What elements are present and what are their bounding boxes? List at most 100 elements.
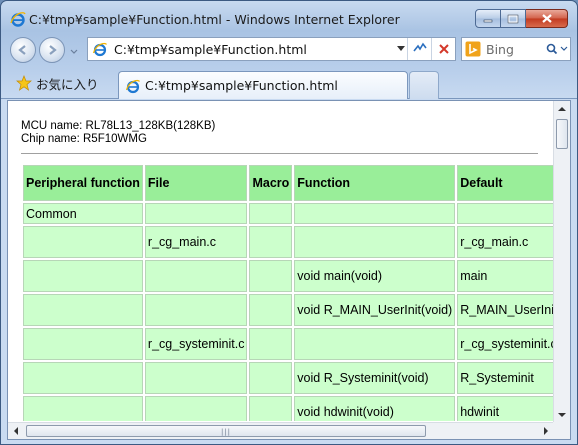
search-input[interactable]: Bing <box>486 42 544 57</box>
table-cell <box>144 260 248 292</box>
horizontal-scrollbar[interactable]: ||| <box>8 422 554 439</box>
table-cell <box>144 362 248 394</box>
window-title: C:¥tmp¥sample¥Function.html - Windows In… <box>29 12 400 27</box>
table-row: Common <box>23 203 554 224</box>
close-button[interactable] <box>526 9 568 28</box>
caption-buttons <box>475 9 568 29</box>
table-cell: r_cg_systeminit.c <box>144 328 248 360</box>
divider <box>21 153 538 154</box>
maximize-button[interactable] <box>501 9 526 28</box>
scroll-right-button[interactable] <box>538 423 554 439</box>
column-header: File <box>144 165 248 201</box>
document-area: MCU name: RL78L13_128KB(128KB) Chip name… <box>8 101 554 421</box>
forward-arrow-icon <box>49 45 57 55</box>
chip-name: Chip name: R5F10WMG <box>21 133 147 145</box>
stop-icon <box>438 44 449 54</box>
ie-window: C:¥tmp¥sample¥Function.html - Windows In… <box>0 0 578 445</box>
arrow-left-icon <box>14 427 18 435</box>
compatibility-view-icon <box>412 42 427 52</box>
scrollbar-corner <box>553 422 570 439</box>
grip-icon: ||| <box>220 428 232 436</box>
title-bar[interactable]: C:¥tmp¥sample¥Function.html - Windows In… <box>1 1 577 31</box>
table-cell <box>249 203 293 224</box>
address-dropdown-button[interactable] <box>395 38 407 60</box>
horizontal-scroll-thumb[interactable]: ||| <box>26 425 426 437</box>
page-content: MCU name: RL78L13_128KB(128KB) Chip name… <box>7 100 571 440</box>
table-cell <box>294 328 456 360</box>
maximize-icon <box>507 14 519 23</box>
tab-bar: お気に入り C:¥tmp¥sample¥Function.html <box>1 69 577 99</box>
table-cell <box>294 203 456 224</box>
table-cell <box>457 203 554 224</box>
table-cell <box>249 226 293 258</box>
column-header: Macro <box>249 165 293 201</box>
table-cell <box>23 328 143 360</box>
table-cell: void R_Systeminit(void) <box>294 362 456 394</box>
table-row: r_cg_main.c r_cg_main.c <box>23 226 554 258</box>
forward-button[interactable] <box>39 37 65 63</box>
column-header: Default <box>457 165 554 201</box>
table-cell: r_cg_main.c <box>457 226 554 258</box>
scroll-up-button[interactable] <box>554 101 570 117</box>
table-cell: void main(void) <box>294 260 456 292</box>
table-cell <box>249 328 293 360</box>
mcu-name: MCU name: RL78L13_128KB(128KB) <box>21 120 216 132</box>
arrow-up-icon <box>558 107 566 111</box>
column-header: Peripheral function <box>23 165 143 201</box>
chevron-down-icon <box>397 46 405 51</box>
back-arrow-icon <box>18 45 26 55</box>
back-button[interactable] <box>10 37 36 63</box>
function-table: Peripheral function File Macro Function … <box>21 163 554 421</box>
chip-info: MCU name: RL78L13_128KB(128KB) Chip name… <box>21 120 215 146</box>
table-cell <box>23 362 143 394</box>
table-cell: r_cg_systeminit.c <box>457 328 554 360</box>
bing-icon <box>465 41 481 57</box>
scroll-left-button[interactable] <box>8 423 24 439</box>
table-cell: r_cg_main.c <box>144 226 248 258</box>
vertical-scrollbar[interactable] <box>553 101 570 423</box>
table-cell: Common <box>23 203 143 224</box>
table-cell <box>144 294 248 326</box>
table-row: void main(void) main <box>23 260 554 292</box>
search-icon <box>546 43 568 55</box>
star-icon <box>16 75 32 91</box>
scroll-down-button[interactable] <box>554 407 570 423</box>
column-header: Function <box>294 165 456 201</box>
table-cell: R_Systeminit <box>457 362 554 394</box>
close-icon <box>541 14 552 23</box>
table-cell <box>249 260 293 292</box>
table-cell <box>249 294 293 326</box>
navigation-bar: C:¥tmp¥sample¥Function.html Bing <box>1 34 577 66</box>
favorites-label: お気に入り <box>36 76 99 92</box>
table-cell: void hdwinit(void) <box>294 396 456 421</box>
table-row: void R_Systeminit(void) R_Systeminit <box>23 362 554 394</box>
stop-button[interactable] <box>431 38 455 60</box>
table-cell <box>249 396 293 421</box>
table-cell <box>249 362 293 394</box>
table-cell <box>23 260 143 292</box>
vertical-scroll-thumb[interactable] <box>556 119 568 149</box>
table-cell: void R_MAIN_UserInit(void) <box>294 294 456 326</box>
address-input[interactable]: C:¥tmp¥sample¥Function.html <box>114 42 395 57</box>
table-cell <box>144 396 248 421</box>
page-icon <box>92 42 108 57</box>
table-cell: R_MAIN_UserInit <box>457 294 554 326</box>
search-box[interactable]: Bing <box>461 37 571 61</box>
tab-label: C:¥tmp¥sample¥Function.html <box>145 78 338 93</box>
table-cell: hdwinit <box>457 396 554 421</box>
recent-pages-dropdown-icon[interactable] <box>69 46 79 56</box>
table-row: void R_MAIN_UserInit(void) R_MAIN_UserIn… <box>23 294 554 326</box>
arrow-right-icon <box>544 427 548 435</box>
favorites-button[interactable]: お気に入り <box>10 71 105 95</box>
minimize-button[interactable] <box>475 9 501 28</box>
table-cell: main <box>457 260 554 292</box>
new-tab-button[interactable] <box>409 71 439 99</box>
address-bar[interactable]: C:¥tmp¥sample¥Function.html <box>87 37 456 61</box>
tab-function-html[interactable]: C:¥tmp¥sample¥Function.html <box>118 71 408 99</box>
compatibility-button[interactable] <box>407 38 431 60</box>
table-header-row: Peripheral function File Macro Function … <box>23 165 554 201</box>
minimize-icon <box>483 19 493 22</box>
search-button[interactable] <box>544 38 570 60</box>
arrow-down-icon <box>558 413 566 417</box>
table-cell <box>23 396 143 421</box>
